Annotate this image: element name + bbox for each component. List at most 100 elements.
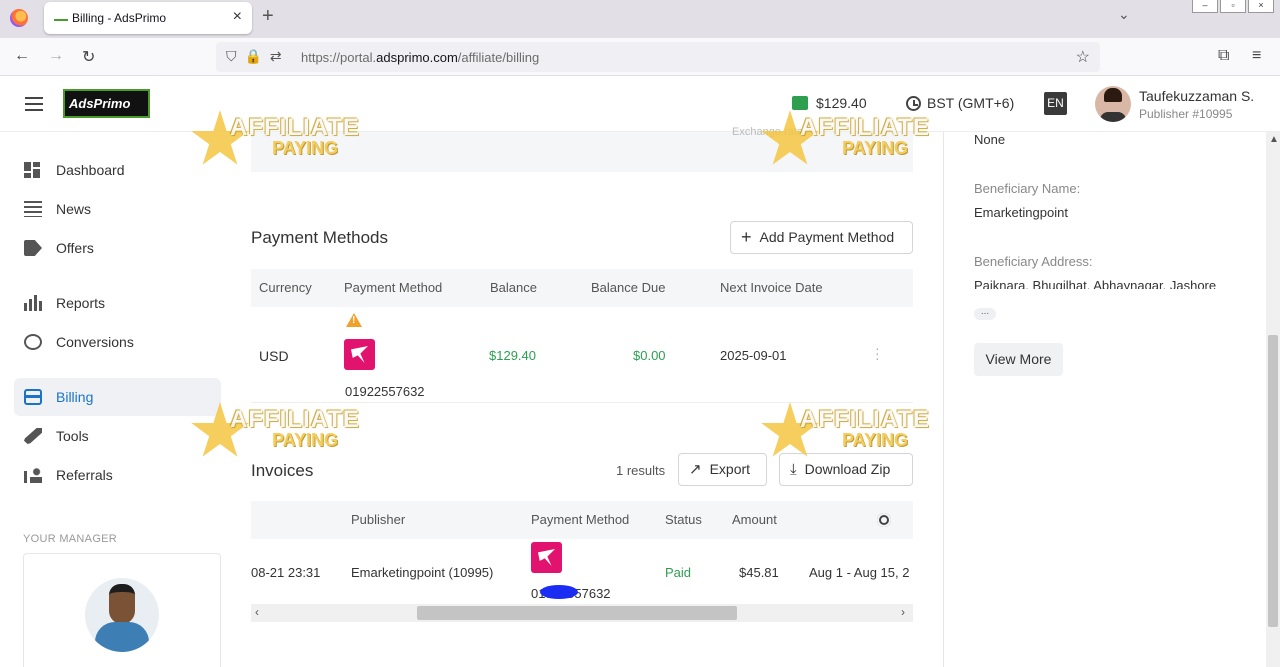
balance-due-cell: $0.00 <box>633 348 666 363</box>
add-payment-method-button[interactable]: + Add Payment Method <box>730 221 913 254</box>
bkash-logo-icon <box>531 542 562 573</box>
sidebar-item-conversions[interactable]: Conversions <box>14 323 221 361</box>
next-invoice-date-cell: 2025-09-01 <box>720 348 787 363</box>
invoice-date-cell: 08-21 23:31 <box>251 565 321 580</box>
scroll-right-icon[interactable]: › <box>901 605 905 619</box>
extensions-icon[interactable]: ⧉ <box>1218 47 1229 65</box>
payment-methods-table-header: Currency Payment Method Balance Balance … <box>251 269 913 307</box>
table-settings-gear-icon[interactable] <box>877 513 891 527</box>
scrollbar-thumb[interactable] <box>1268 335 1278 627</box>
export-label: Export <box>709 461 751 477</box>
bkash-logo-icon <box>344 339 375 370</box>
watermark-logo: AFFILIATE PAYING <box>190 402 390 464</box>
browser-tab[interactable]: Billing - AdsPrimo × <box>44 2 252 34</box>
url-bar[interactable]: ⛉🔒⇄ https://portal.adsprimo.com/affiliat… <box>216 42 1100 72</box>
plus-icon: + <box>741 227 752 247</box>
column-header[interactable]: Next Invoice Date <box>720 280 823 295</box>
status-badge: Paid <box>665 565 692 580</box>
timezone-selector[interactable]: BST (GMT+6) <box>906 95 1014 111</box>
balance-cell: $129.40 <box>489 348 536 363</box>
header-balance[interactable]: $129.40 <box>792 95 867 111</box>
column-header[interactable]: Payment Method <box>531 512 629 527</box>
watermark-text: PAYING <box>272 430 339 450</box>
add-payment-method-label: Add Payment Method <box>759 229 895 245</box>
site-favicon-icon <box>54 15 68 21</box>
sidebar-item-label: Tools <box>56 428 89 444</box>
vertical-scrollbar[interactable]: ▲ <box>1266 132 1280 667</box>
reload-icon[interactable]: ↻ <box>82 47 95 67</box>
payment-method-number: 01922557632 <box>345 384 425 399</box>
column-header[interactable]: Currency <box>259 280 312 295</box>
browser-tab-bar: Billing - AdsPrimo × + ⌄ – ▫ × <box>0 0 1280 38</box>
amount-cell: $45.81 <box>739 565 779 580</box>
manager-photo <box>85 578 159 652</box>
tag-icon <box>24 240 42 256</box>
expand-ellipsis[interactable]: ... <box>974 307 996 320</box>
referrals-icon <box>24 467 42 483</box>
dashboard-icon <box>24 162 42 178</box>
restore-icon[interactable]: ▫ <box>1220 0 1246 13</box>
column-header[interactable]: Balance <box>490 280 537 295</box>
panel-divider <box>943 132 944 667</box>
column-header[interactable]: Publisher <box>351 512 405 527</box>
sidebar-item-label: Dashboard <box>56 162 125 178</box>
redaction-mark <box>540 585 578 599</box>
window-close-icon[interactable]: × <box>1248 0 1274 13</box>
scrollbar-thumb[interactable] <box>417 606 737 620</box>
watermark-logo: AFFILIATE PAYING <box>760 402 960 464</box>
sidebar-item-label: Reports <box>56 295 106 311</box>
export-arrow-icon: ↗ <box>689 461 702 478</box>
export-button[interactable]: ↗ Export <box>678 453 767 486</box>
hamburger-menu-icon[interactable] <box>25 97 43 111</box>
close-tab-icon[interactable]: × <box>233 8 242 26</box>
bar-chart-icon <box>24 295 42 311</box>
beneficiary-name-label: Beneficiary Name: <box>974 181 1081 196</box>
sidebar-item-label: News <box>56 201 92 217</box>
column-header[interactable]: Status <box>665 512 702 527</box>
wrench-icon <box>24 428 42 444</box>
menu-icon[interactable]: ≡ <box>1252 47 1261 65</box>
currency-cell: USD <box>259 348 289 364</box>
horizontal-scrollbar[interactable]: ‹ › <box>251 604 913 622</box>
sidebar-item-label: Billing <box>56 389 94 405</box>
manager-card <box>23 553 221 667</box>
view-more-button[interactable]: View More <box>974 343 1063 376</box>
new-tab-icon[interactable]: + <box>262 5 274 28</box>
top-field-value: None <box>974 132 1006 147</box>
sidebar-item-label: Referrals <box>56 467 113 483</box>
site-info-icons[interactable]: ⛉🔒⇄ <box>226 48 290 65</box>
forward-arrow-icon[interactable]: → <box>48 47 64 65</box>
user-avatar[interactable] <box>1095 86 1131 122</box>
conversions-icon <box>24 334 42 350</box>
bookmark-star-icon[interactable]: ☆ <box>1076 47 1090 67</box>
watermark-logo: AFFILIATE PAYING <box>190 110 390 172</box>
row-actions-kebab-icon[interactable]: · · · <box>875 341 880 365</box>
sidebar-item-offers[interactable]: Offers <box>14 229 221 267</box>
adsprimo-logo[interactable]: AdsPrimo <box>63 89 150 118</box>
sidebar-item-label: Conversions <box>56 334 134 350</box>
beneficiary-address-label: Beneficiary Address: <box>974 254 1093 269</box>
url-text[interactable]: https://portal.adsprimo.com/affiliate/bi… <box>301 50 539 65</box>
column-header[interactable]: Amount <box>732 512 777 527</box>
sidebar-item-reports[interactable]: Reports <box>14 284 221 322</box>
watermark-text: PAYING <box>842 138 909 158</box>
beneficiary-name-value: Emarketingpoint <box>974 205 1068 220</box>
publisher-cell: Emarketingpoint (10995) <box>351 565 494 580</box>
user-name[interactable]: Taufekuzzaman S. <box>1139 88 1254 104</box>
column-header[interactable]: Balance Due <box>591 280 665 295</box>
sidebar-item-news[interactable]: News <box>14 190 221 228</box>
back-arrow-icon[interactable]: ← <box>14 47 30 65</box>
minimize-icon[interactable]: – <box>1192 0 1218 13</box>
sidebar: Dashboard News Offers Reports Conversion… <box>0 132 230 667</box>
language-selector[interactable]: EN <box>1044 92 1067 115</box>
browser-nav-bar: ← → ↻ ⛉🔒⇄ https://portal.adsprimo.com/af… <box>0 38 1280 76</box>
column-header[interactable]: Payment Method <box>344 280 442 295</box>
tab-list-chevron-icon[interactable]: ⌄ <box>1118 6 1130 23</box>
watermark-logo: AFFILIATE PAYING <box>760 110 960 172</box>
firefox-icon <box>10 9 28 27</box>
invoices-title: Invoices <box>251 461 314 480</box>
user-publisher-id: Publisher #10995 <box>1139 107 1233 121</box>
warning-mark: ! <box>352 315 356 326</box>
scroll-left-icon[interactable]: ‹ <box>255 605 259 619</box>
scroll-up-icon[interactable]: ▲ <box>1269 134 1279 145</box>
